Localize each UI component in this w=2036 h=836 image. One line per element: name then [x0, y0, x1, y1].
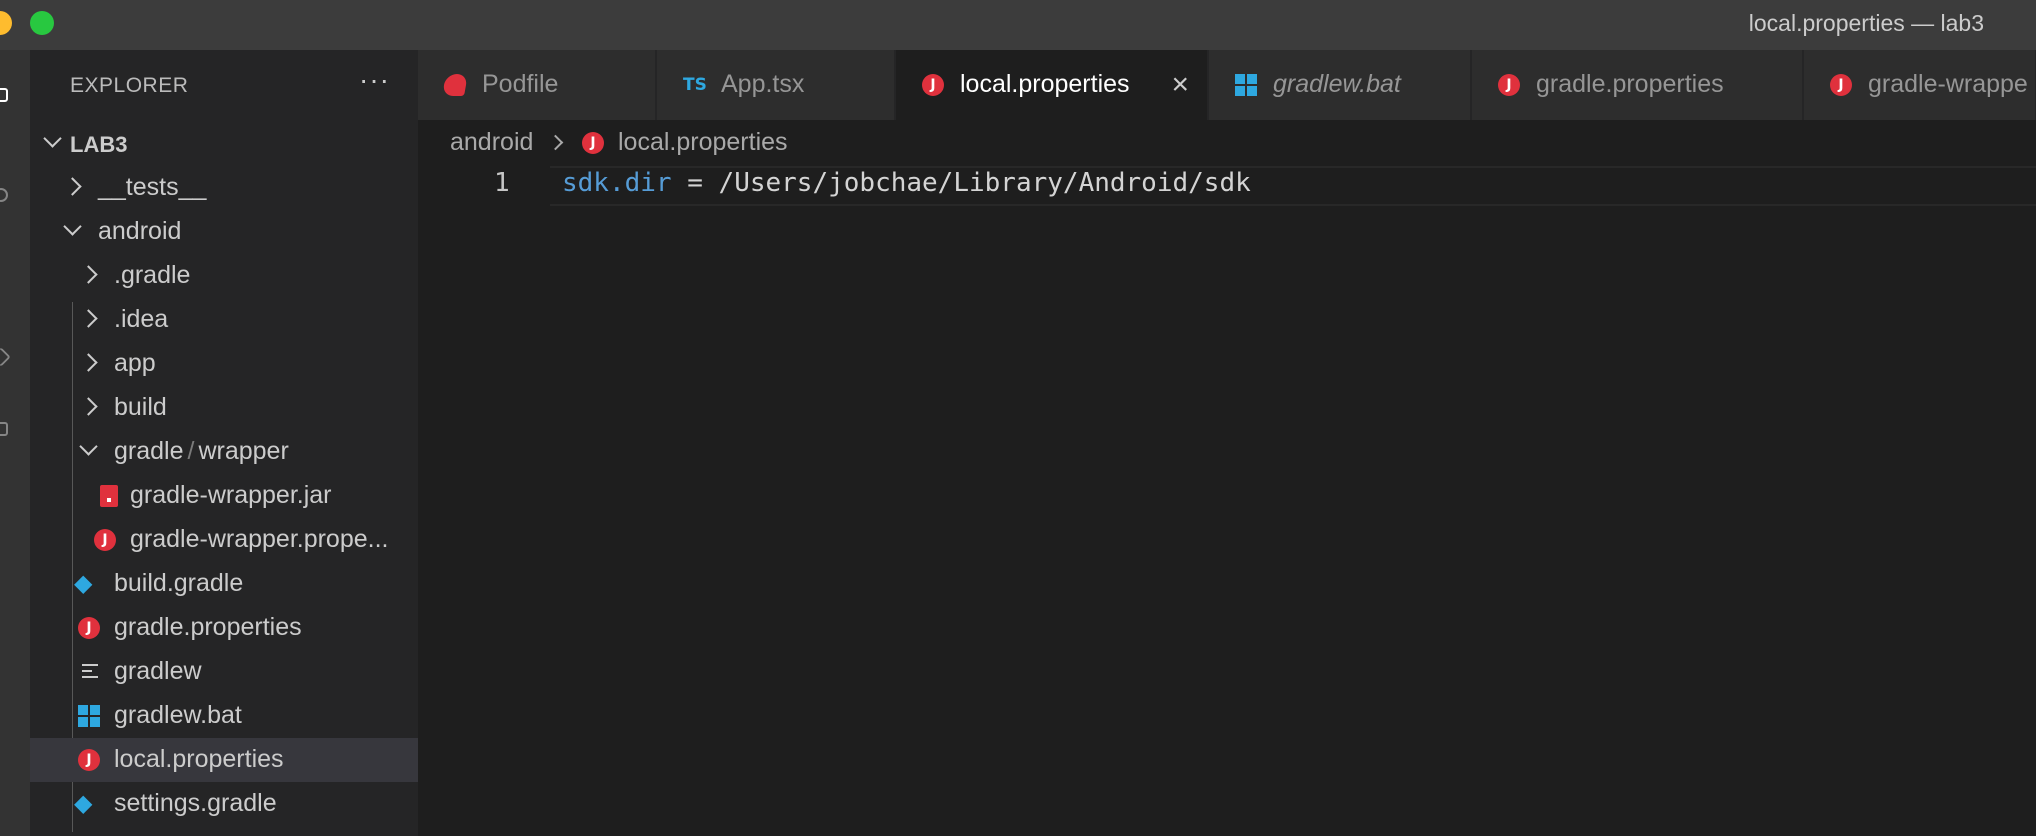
java-properties-icon: J [922, 74, 944, 96]
gradle-elephant-icon: ◆ [74, 570, 93, 597]
explorer-header: EXPLORER [70, 74, 189, 97]
tree-file-gradlew-bat[interactable]: gradlew.bat [30, 694, 418, 738]
podfile-icon [442, 74, 468, 96]
tree-item-label: local.properties [114, 745, 284, 773]
path-segment: gradle [114, 437, 184, 465]
extensions-icon[interactable] [0, 422, 8, 436]
tree-file-gradle-wrapper-properties[interactable]: J gradle-wrapper.prope... [30, 518, 418, 562]
tree-item-label: app [114, 349, 156, 377]
chevron-down-icon [79, 437, 98, 456]
java-properties-icon: J [78, 749, 100, 771]
code-line[interactable]: sdk.dir = /Users/jobchae/Library/Android… [562, 168, 1251, 198]
chevron-right-icon [79, 353, 98, 372]
tab-label: App.tsx [721, 70, 805, 98]
explorer-icon[interactable] [0, 88, 8, 102]
tab-label: gradle-wrappe [1868, 70, 2028, 98]
tree-folder-app[interactable]: app [30, 342, 418, 386]
breadcrumb-file[interactable]: local.properties [618, 128, 788, 157]
java-properties-icon: J [582, 132, 604, 154]
activity-bar [0, 50, 30, 836]
run-debug-icon[interactable] [0, 347, 11, 367]
windows-icon [78, 705, 100, 727]
tab-gradlew-bat[interactable]: gradlew.bat [1209, 50, 1471, 120]
tree-folder-gradle-wrapper[interactable]: gradle / wrapper [30, 430, 418, 474]
tree-file-gradle-properties[interactable]: J gradle.properties [30, 606, 418, 650]
editor-tab-bar: Podfile TS App.tsx J local.properties × … [418, 50, 2036, 120]
chevron-right-icon [79, 397, 98, 416]
tree-item-label: gradle / wrapper [114, 437, 289, 466]
tree-folder-tests[interactable]: __tests__ [30, 166, 418, 210]
tree-folder-gradle[interactable]: .gradle [30, 254, 418, 298]
tab-podfile[interactable]: Podfile [418, 50, 656, 120]
text-file-icon [82, 664, 98, 686]
typescript-icon: TS [683, 75, 707, 95]
tree-item-label: gradle.properties [114, 613, 302, 641]
tree-item-label: gradlew [114, 657, 202, 685]
minimize-button[interactable] [0, 11, 12, 35]
chevron-down-icon [63, 217, 82, 236]
line-number: 1 [494, 168, 510, 198]
tree-item-label: settings.gradle [114, 789, 277, 817]
java-properties-icon: J [1830, 74, 1852, 96]
tree-item-label: gradle-wrapper.prope... [130, 525, 389, 553]
tree-root-lab3[interactable]: LAB3 [30, 122, 418, 166]
chevron-right-icon [63, 177, 82, 196]
tree-file-local-properties[interactable]: J local.properties [30, 738, 418, 782]
tree-folder-build[interactable]: build [30, 386, 418, 430]
tab-label: Podfile [482, 70, 559, 98]
tree-item-label: __tests__ [98, 173, 207, 201]
tree-folder-android[interactable]: android [30, 210, 418, 254]
code-key: sdk.dir [562, 168, 672, 198]
tab-label: local.properties [960, 70, 1130, 98]
chevron-right-icon [79, 309, 98, 328]
tab-gradle-wrapper[interactable]: J gradle-wrappe [1804, 50, 2036, 120]
tree-folder-idea[interactable]: .idea [30, 298, 418, 342]
java-properties-icon: J [94, 529, 116, 551]
explorer-sidebar: EXPLORER ··· LAB3 __tests__ android .gra… [30, 50, 418, 836]
tree-file-gradle-wrapper-jar[interactable]: gradle-wrapper.jar [30, 474, 418, 518]
tab-label: gradlew.bat [1273, 70, 1401, 98]
gradle-elephant-icon: ◆ [74, 790, 93, 817]
tab-label: gradle.properties [1536, 70, 1724, 98]
path-separator: / [187, 437, 195, 465]
code-value: = /Users/jobchae/Library/Android/sdk [671, 168, 1251, 198]
chevron-right-icon [547, 134, 564, 151]
search-icon[interactable] [0, 188, 8, 202]
tree-file-build-gradle[interactable]: ◆ build.gradle [30, 562, 418, 606]
tab-gradle-properties[interactable]: J gradle.properties [1472, 50, 1803, 120]
tab-local-properties[interactable]: J local.properties × [896, 50, 1208, 120]
tree-item-label: build.gradle [114, 569, 244, 597]
maximize-button[interactable] [30, 11, 54, 35]
tree-item-label: .gradle [114, 261, 191, 289]
close-icon[interactable]: × [1171, 70, 1189, 100]
tab-app-tsx[interactable]: TS App.tsx [657, 50, 895, 120]
tree-item-label: gradle-wrapper.jar [130, 481, 332, 509]
chevron-down-icon [43, 129, 62, 148]
chevron-right-icon [79, 265, 98, 284]
tree-item-label: build [114, 393, 167, 421]
tree-root-label: LAB3 [70, 132, 128, 157]
window-title: local.properties — lab3 [1748, 10, 1984, 36]
tree-item-label: gradlew.bat [114, 701, 242, 729]
path-segment: wrapper [198, 437, 289, 465]
windows-icon [1235, 74, 1257, 96]
java-properties-icon: J [78, 617, 100, 639]
more-actions-icon[interactable]: ··· [359, 64, 390, 96]
tree-item-label: android [98, 217, 182, 245]
tree-file-settings-gradle[interactable]: ◆ settings.gradle [30, 782, 418, 826]
tree-file-gradlew[interactable]: gradlew [30, 650, 418, 694]
tree-item-label: .idea [114, 305, 169, 333]
breadcrumb-folder[interactable]: android [450, 128, 533, 157]
jar-file-icon [100, 485, 118, 507]
title-bar: local.properties — lab3 [0, 0, 2036, 50]
java-properties-icon: J [1498, 74, 1520, 96]
